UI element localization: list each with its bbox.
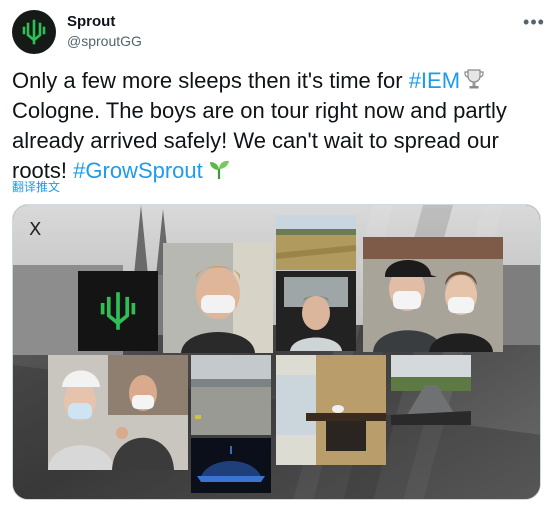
hashtag-growsprout[interactable]: #GrowSprout [73,158,203,183]
photo-highway [391,355,471,425]
photo-arena-night [191,438,271,493]
photo-two-players-masks [363,237,503,352]
photo-player-selfie-mask [163,243,273,353]
photo-airport [191,355,271,435]
trophy-icon [462,67,486,91]
translate-tweet-link[interactable]: 翻译推文 [12,178,60,195]
hashtag-iem[interactable]: #IEM [409,68,460,93]
author-handle[interactable]: @sproutGG [67,33,142,49]
tweet-media-image[interactable]: X [12,204,541,500]
author-name[interactable]: Sprout [67,13,115,30]
photo-field [276,215,356,270]
seedling-icon [207,157,231,181]
more-options-icon[interactable]: ••• [520,8,548,36]
tweet-text-part1: Only a few more sleeps then it's time fo… [12,68,409,93]
photo-player-in-car [276,271,356,351]
avatar[interactable] [12,10,56,54]
tweet-text: Only a few more sleeps then it's time fo… [12,66,540,186]
photo-sprout-logo [78,271,158,351]
close-icon[interactable]: X [29,219,41,240]
sprout-logo-icon [100,292,136,330]
photo-hotel-room [276,355,386,465]
photo-two-people-thumbs-up [48,355,188,470]
sprout-logo-icon [22,19,46,45]
